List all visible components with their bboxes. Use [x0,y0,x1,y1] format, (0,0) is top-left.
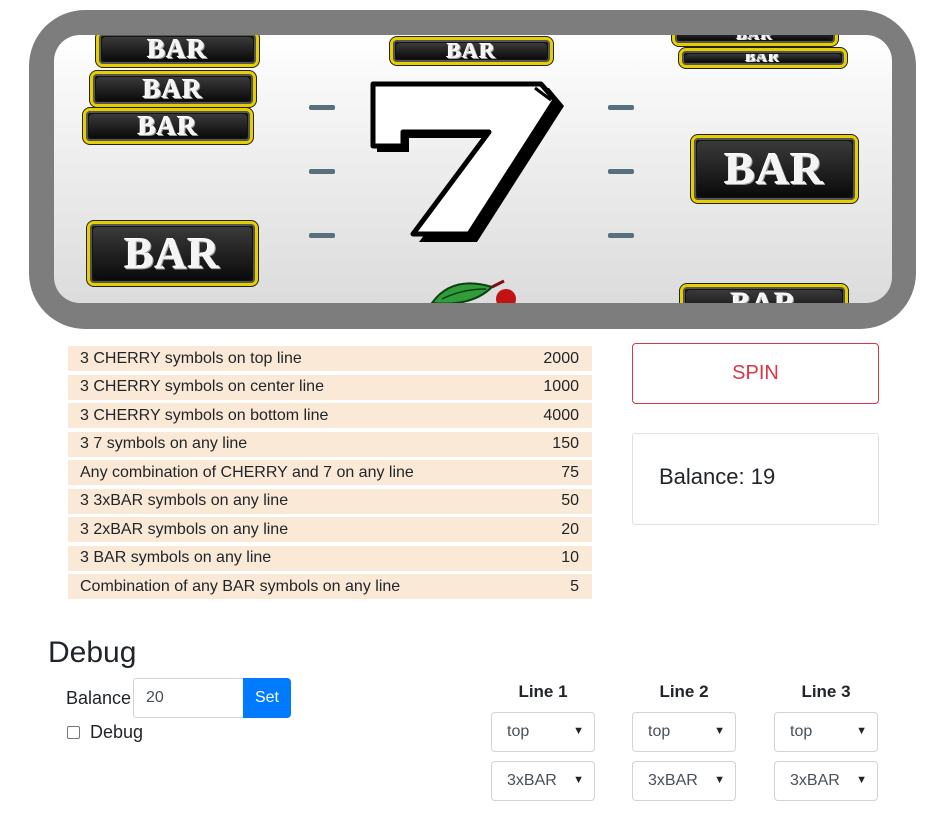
payline-marker-bottom-left [309,233,335,238]
reel3-bar-symbol: BAR [680,284,848,303]
paytable-row: 3 CHERRY symbols on top line 2000 [68,346,592,371]
line3-symbol-value: 3xBAR [790,772,840,789]
line1-symbol-select[interactable]: 3xBAR ▼ [491,761,595,801]
paytable-row: 3 BAR symbols on any line 10 [68,545,592,571]
line3-position-select[interactable]: top ▼ [774,712,878,752]
caret-down-icon: ▼ [714,774,725,786]
slot-machine-frame: BAR BAR BAR BAR BAR 7 BAR BAR [29,10,916,329]
reel1-bar-symbol: BAR [96,35,259,67]
line3-symbol-select[interactable]: 3xBAR ▼ [774,761,878,801]
paytable-row-label: 3 7 symbols on any line [80,435,248,452]
paytable-row-payout: 75 [561,463,579,481]
line2-heading: Line 2 [659,682,709,701]
paytable-row: 3 CHERRY symbols on bottom line 4000 [68,403,592,428]
paytable-row-payout: 5 [570,577,579,595]
payline-marker-bottom-right [608,233,634,238]
debug-checkbox-label: Debug [90,722,144,742]
reel1-bar-symbol: BAR [83,108,253,144]
line1-position-select[interactable]: top ▼ [491,712,595,752]
reel2-bar-symbol: BAR [390,37,553,65]
line2-symbol-select[interactable]: 3xBAR ▼ [632,761,736,801]
paytable: 3 CHERRY symbols on top line 2000 3 CHERRY… [68,346,592,603]
reel1-bar-symbol: BAR [87,221,258,286]
reel3-bar-symbol: BAR [679,48,847,68]
paytable-row-label: 3 2xBAR symbols on any line [80,520,289,538]
reel2-cherry-symbol [430,279,516,303]
payline-marker-center-left [309,169,335,174]
paytable-row: 3 CHERRY symbols on center line 1000 [68,374,592,400]
caret-down-icon: ▼ [573,774,584,786]
caret-down-icon: ▼ [714,725,725,737]
spin-button[interactable]: SPIN [632,343,879,404]
caret-down-icon: ▼ [856,725,867,737]
payline-marker-center-right [608,169,634,174]
paytable-row-label: 3 CHERRY symbols on center line [80,378,324,395]
paytable-row-label: Combination of any BAR symbols on any li… [80,577,401,595]
paytable-row-payout: 10 [561,549,579,566]
line3-position-value: top [790,723,813,740]
line1-symbol-value: 3xBAR [507,772,557,789]
reel3-bar-symbol: BAR [691,135,858,203]
paytable-row-payout: 2000 [543,349,579,367]
reel3-bar-symbol: BAR [672,35,838,46]
line1-position-value: top [507,723,530,740]
line1-heading: Line 1 [518,682,568,701]
paytable-row: 3 7 symbols on any line 150 [68,431,592,457]
paytable-row: Combination of any BAR symbols on any li… [68,574,592,599]
payline-marker-top-left [309,105,335,110]
caret-down-icon: ▼ [856,774,867,786]
debug-title: Debug [48,636,137,669]
paytable-row-label: 3 BAR symbols on any line [80,549,272,566]
line2-position-value: top [648,723,671,740]
set-balance-button[interactable]: Set [243,678,291,718]
paytable-row-label: Any combination of CHERRY and 7 on any l… [80,463,414,481]
line2-symbol-value: 3xBAR [648,772,698,789]
paytable-row-label: 3 3xBAR symbols on any line [80,492,289,509]
balance-panel: Balance: 19 [632,433,879,525]
reel2-seven-symbol: 7 [369,80,564,242]
paytable-row: Any combination of CHERRY and 7 on any l… [68,460,592,485]
paytable-row-label: 3 CHERRY symbols on top line [80,349,302,367]
paytable-row-payout: 20 [561,520,579,538]
paytable-row-payout: 1000 [543,378,579,395]
balance-display: Balance: 19 [659,464,776,489]
svg-text:7: 7 [369,80,370,81]
debug-balance-input[interactable] [133,678,244,718]
reel1-bar-symbol: BAR [90,71,256,107]
debug-checkbox[interactable] [67,726,80,739]
paytable-row-payout: 150 [552,435,579,452]
paytable-row-payout: 4000 [543,406,579,424]
paytable-row-payout: 50 [561,492,579,509]
paytable-row: 3 3xBAR symbols on any line 50 [68,488,592,514]
caret-down-icon: ▼ [573,725,584,737]
paytable-row: 3 2xBAR symbols on any line 20 [68,517,592,542]
reels-window: BAR BAR BAR BAR BAR 7 BAR BAR [54,35,892,303]
line3-heading: Line 3 [801,682,851,701]
debug-balance-label: Balance [66,688,132,708]
payline-marker-top-right [608,105,634,110]
line2-position-select[interactable]: top ▼ [632,712,736,752]
paytable-row-label: 3 CHERRY symbols on bottom line [80,406,329,424]
